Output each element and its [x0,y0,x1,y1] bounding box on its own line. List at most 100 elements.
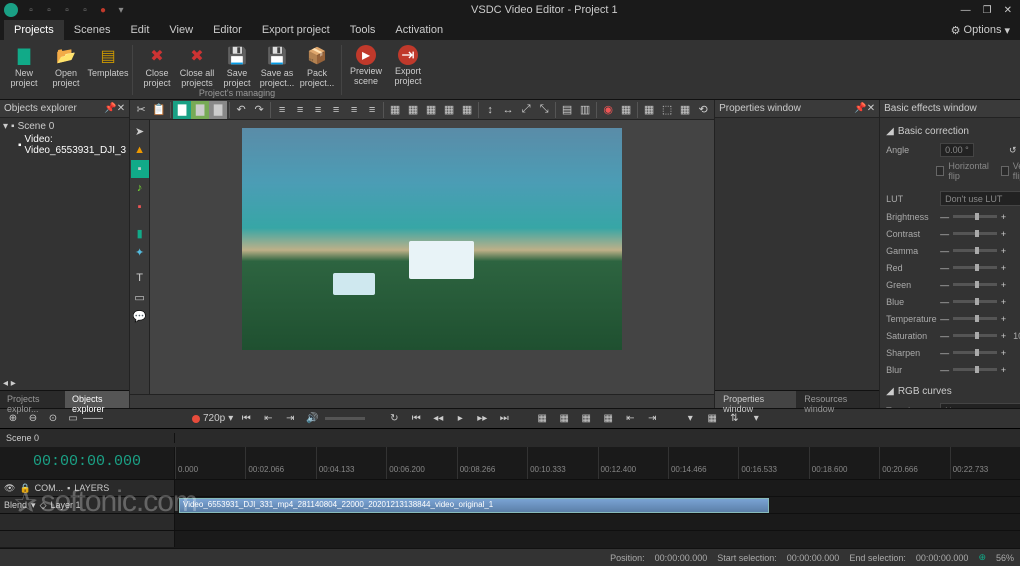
preview-canvas[interactable] [150,120,714,394]
tool-icon[interactable]: ▇ [191,101,209,119]
tl-icon[interactable]: ▦ [703,411,721,427]
next-frame-icon[interactable]: ▸▸ [473,411,491,427]
vflip-checkbox[interactable]: Vertical flip [1001,161,1020,181]
tool-icon[interactable]: ⤢ [517,101,535,119]
slider[interactable] [953,300,997,303]
tool-icon[interactable]: ▇ [173,101,191,119]
slider[interactable] [953,215,997,218]
close-project-button[interactable]: ✖Close project [137,43,177,88]
basic-correction-section[interactable]: ◢Basic correction [886,122,1020,141]
tool-icon[interactable]: ▇ [209,101,227,119]
in-icon[interactable]: ⇤ [259,411,277,427]
templates-select[interactable]: None▾ [940,403,1020,408]
first-frame-icon[interactable]: ⏮ [407,411,425,427]
align-icon[interactable]: ≡ [291,101,309,119]
maximize-button[interactable]: ❐ [983,5,992,16]
pin-icon[interactable]: 📌 [854,103,866,114]
align-icon[interactable]: ≡ [345,101,363,119]
target-icon[interactable]: ⊕ [978,552,986,563]
track-header[interactable]: Blend▾◇Layer 1 [0,497,175,513]
track-header[interactable]: 👁🔒COM...▪LAYERS [0,480,175,496]
tool-icon[interactable]: ▤ [558,101,576,119]
menu-edit[interactable]: Edit [120,20,159,40]
prev-icon[interactable]: ⏮ [237,411,255,427]
qat-icon[interactable]: ▫ [78,3,92,17]
close-icon[interactable]: ✕ [117,103,125,114]
text-tool-icon[interactable]: T [131,269,149,287]
zoom-icon[interactable]: —— [84,411,102,427]
save-as-button[interactable]: 💾Save as project... [257,43,297,88]
tool-icon[interactable]: ↕ [481,101,499,119]
align-icon[interactable]: ≡ [363,101,381,119]
slider[interactable] [953,249,997,252]
slider[interactable] [953,283,997,286]
tl-icon[interactable]: ▦ [533,411,551,427]
tool-icon[interactable]: ⟲ [694,101,712,119]
tl-icon[interactable]: ▾ [681,411,699,427]
qat-icon[interactable]: ▫ [42,3,56,17]
tool-icon[interactable]: 💬 [131,307,149,325]
timeline-clip[interactable]: Video_6553931_DJI_331_mp4_281140804_2200… [179,498,769,513]
horizontal-scrollbar[interactable] [130,394,714,408]
tool-icon[interactable]: ▦ [458,101,476,119]
tool-icon[interactable]: ✦ [131,243,149,261]
zoom-icon[interactable]: ⊕ [4,411,22,427]
rgb-curves-section[interactable]: ◢RGB curves [886,382,1020,401]
pin-icon[interactable]: 📌 [104,103,116,114]
menu-scenes[interactable]: Scenes [64,20,121,40]
tl-icon[interactable]: ⇤ [621,411,639,427]
qat-icon[interactable]: ▫ [60,3,74,17]
tool-icon[interactable]: ↷ [250,101,268,119]
tool-icon[interactable]: ▦ [422,101,440,119]
zoom-icon[interactable]: ⊙ [44,411,62,427]
hflip-checkbox[interactable]: Horizontal flip [936,161,991,181]
dropdown-icon[interactable]: ▾ [114,3,128,17]
slider[interactable] [953,334,997,337]
volume-slider[interactable] [325,417,365,420]
undo-icon[interactable]: ● [96,3,110,17]
menu-export[interactable]: Export project [252,20,340,40]
menu-projects[interactable]: Projects [4,20,64,40]
tool-icon[interactable] [131,262,149,268]
tool-icon[interactable]: ▦ [640,101,658,119]
timeline-ruler[interactable]: 0.00000:02.06600:04.13300:06.20000:08.26… [175,447,1020,479]
timeline-scene-tab[interactable]: Scene 0 [0,433,175,443]
lut-select[interactable]: Don't use LUT▾ [940,191,1020,206]
menu-editor[interactable]: Editor [203,20,252,40]
export-project-button[interactable]: ⇥Export project [388,43,428,86]
open-project-button[interactable]: 📂Open project [46,43,86,88]
tool-icon[interactable]: ↶ [232,101,250,119]
out-icon[interactable]: ⇥ [281,411,299,427]
align-icon[interactable]: ≡ [309,101,327,119]
qat-icon[interactable]: ▫ [24,3,38,17]
slider[interactable] [953,317,997,320]
tl-icon[interactable]: ▾ [747,411,765,427]
close-all-button[interactable]: ✖Close all projects [177,43,217,88]
prev-frame-icon[interactable]: ◂◂ [429,411,447,427]
loop-icon[interactable]: ↻ [385,411,403,427]
tool-icon[interactable]: ♪ [131,179,149,197]
clipboard-icon[interactable]: 📋 [150,101,168,119]
tool-icon[interactable]: ▦ [404,101,422,119]
tool-icon[interactable]: ▮ [131,224,149,242]
pointer-icon[interactable]: ➤ [131,122,149,140]
tl-icon[interactable]: ▦ [555,411,573,427]
tab-resources[interactable]: Resources window [796,391,879,408]
templates-button[interactable]: ▤Templates [88,43,128,78]
collapse-icon[interactable]: ▾ [3,121,8,132]
menu-activation[interactable]: Activation [385,20,453,40]
slider[interactable] [953,232,997,235]
align-icon[interactable]: ≡ [327,101,345,119]
tool-icon[interactable]: ▪ [131,198,149,216]
tab-properties[interactable]: Properties window [715,391,796,408]
slider[interactable] [953,368,997,371]
tool-icon[interactable]: ▪ [131,160,149,178]
volume-icon[interactable]: 🔊 [303,411,321,427]
close-button[interactable]: ✕ [1004,5,1012,16]
tool-icon[interactable]: ↔ [499,101,517,119]
tab-objects-explorer[interactable]: Objects explorer [65,391,129,408]
tool-icon[interactable]: ⤡ [535,101,553,119]
options-button[interactable]: ⚙Options▾ [945,24,1016,37]
tool-icon[interactable]: ▦ [676,101,694,119]
angle-input[interactable]: 0.00 ° [940,143,974,157]
